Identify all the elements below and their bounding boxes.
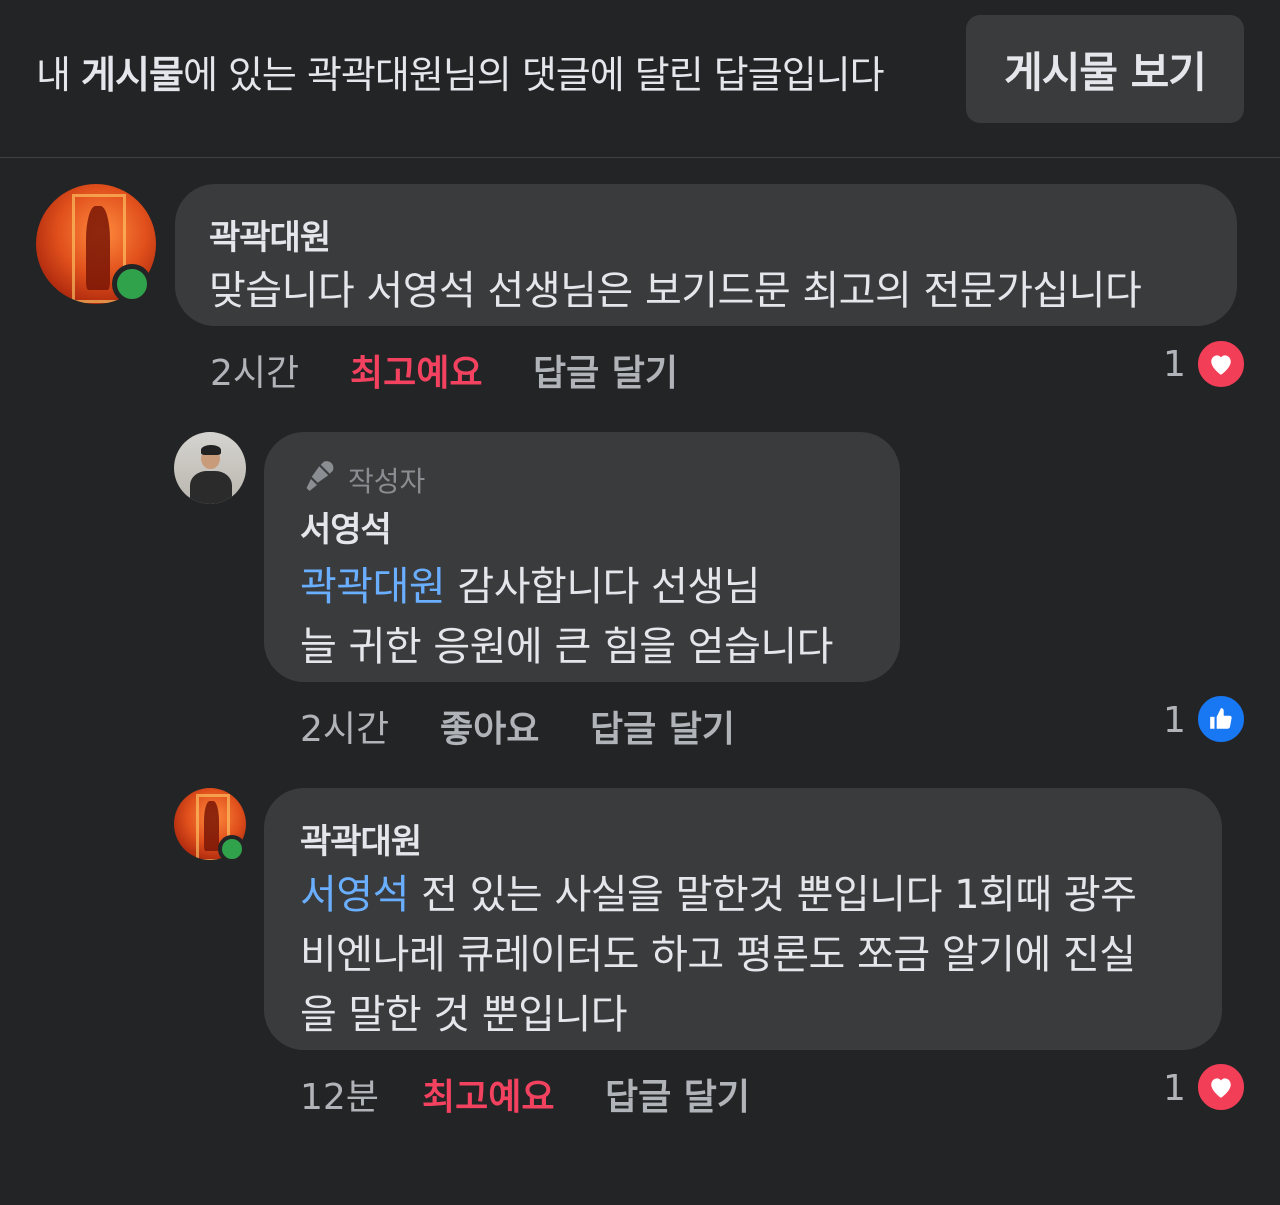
header-divider xyxy=(0,157,1280,158)
comment-author[interactable]: 곽곽대원 xyxy=(209,210,331,259)
comment-time[interactable]: 2시간 xyxy=(300,700,389,752)
comment-time[interactable]: 12분 xyxy=(300,1068,379,1120)
comment-text-line: 서영석 전 있는 사실을 말한것 뿐입니다 1회때 광주 xyxy=(300,862,1137,920)
mention-link[interactable]: 곽곽대원 xyxy=(300,564,446,610)
reply-button[interactable]: 답글 달기 xyxy=(605,1068,750,1120)
comment-text-line: 늘 귀한 응원에 큰 힘을 얻습니다 xyxy=(300,624,833,670)
comment-text: 감사합니다 선생님 xyxy=(445,564,761,610)
comment-bubble: 작성자 서영석 곽곽대원 감사합니다 선생님 늘 귀한 응원에 큰 힘을 얻습니… xyxy=(264,432,900,682)
author-badge-label: 작성자 xyxy=(348,464,426,498)
heart-icon[interactable] xyxy=(1196,339,1246,389)
header-prefix: 내 xyxy=(36,53,82,97)
header-suffix: 에 있는 곽곽대원님의 댓글에 달린 답글입니다 xyxy=(182,53,885,97)
thumbs-up-icon[interactable] xyxy=(1196,694,1246,744)
reply-button[interactable]: 답글 달기 xyxy=(533,344,678,396)
comment-author[interactable]: 곽곽대원 xyxy=(300,814,422,863)
comment-text-line: 곽곽대원 감사합니다 선생님 xyxy=(300,554,761,612)
comment-time[interactable]: 2시간 xyxy=(210,344,299,396)
mention-link[interactable]: 서영석 xyxy=(300,872,409,918)
comment-text: 전 있는 사실을 말한것 뿐입니다 1회때 광주 xyxy=(408,872,1137,918)
notification-header: 내 게시물에 있는 곽곽대원님의 댓글에 달린 답글입니다 xyxy=(36,44,885,99)
heart-icon[interactable] xyxy=(1196,1062,1246,1112)
online-status-dot xyxy=(112,264,152,304)
comment-author[interactable]: 서영석 xyxy=(300,502,392,551)
author-badge: 작성자 xyxy=(302,458,425,501)
reaction-count[interactable]: 1 xyxy=(1163,344,1186,385)
comment-text-line: 을 말한 것 뿐입니다 xyxy=(300,992,628,1038)
like-button[interactable]: 좋아요 xyxy=(440,700,539,752)
online-status-dot xyxy=(218,835,246,863)
comment-text: 맞습니다 서영석 선생님은 보기드문 최고의 전문가십니다 xyxy=(209,268,1142,314)
comment-bubble: 곽곽대원 서영석 전 있는 사실을 말한것 뿐입니다 1회때 광주 비엔나레 큐… xyxy=(264,788,1222,1050)
love-reaction-button[interactable]: 최고예요 xyxy=(422,1068,554,1120)
header-post-word: 게시물 xyxy=(81,53,184,97)
love-reaction-button[interactable]: 최고예요 xyxy=(350,344,482,396)
microphone-icon xyxy=(302,458,338,501)
avatar[interactable] xyxy=(174,432,246,504)
reply-button[interactable]: 답글 달기 xyxy=(590,700,735,752)
reaction-count[interactable]: 1 xyxy=(1163,700,1186,741)
comment-text-line: 비엔나레 큐레이터도 하고 평론도 쪼금 알기에 진실 xyxy=(300,932,1136,978)
reaction-count[interactable]: 1 xyxy=(1163,1068,1186,1109)
view-post-button[interactable]: 게시물 보기 xyxy=(966,15,1244,123)
comment-bubble: 곽곽대원 맞습니다 서영석 선생님은 보기드문 최고의 전문가십니다 xyxy=(175,184,1237,326)
